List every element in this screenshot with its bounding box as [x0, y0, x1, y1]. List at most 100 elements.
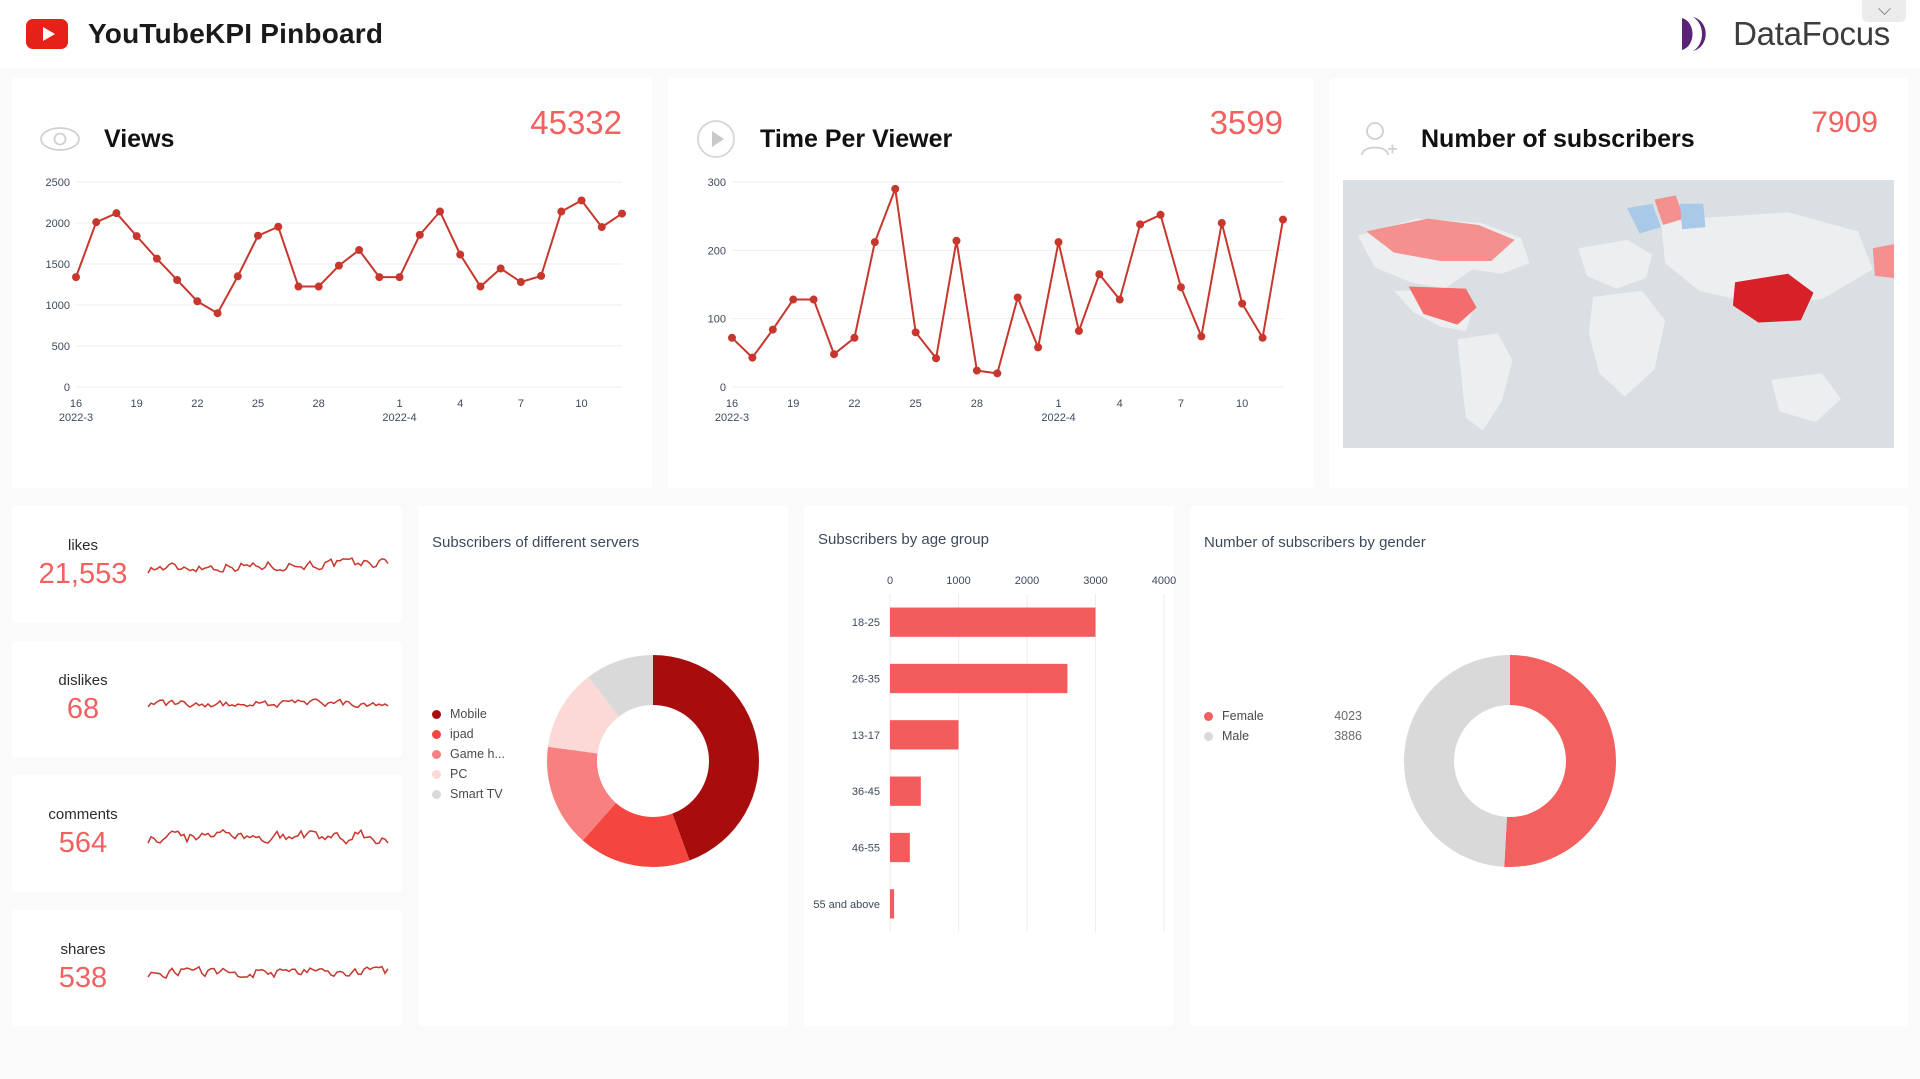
legend-item[interactable]: Male 3886	[1204, 726, 1362, 746]
svg-text:4: 4	[457, 398, 463, 410]
kpi-label-block: dislikes 68	[18, 672, 148, 726]
svg-text:2000: 2000	[1015, 575, 1039, 587]
svg-text:100: 100	[708, 314, 726, 326]
svg-text:22: 22	[848, 398, 860, 410]
kpi-card-likes[interactable]: likes 21,553	[12, 506, 402, 623]
views-value: 45332	[530, 104, 622, 141]
legend-color-swatch	[432, 769, 441, 779]
sparkline-column: likes 21,553 dislikes 68 comments 564 shares 53…	[12, 506, 402, 1026]
svg-text:46-55: 46-55	[852, 843, 880, 855]
world-map[interactable]	[1343, 180, 1894, 448]
legend-label: PC	[450, 767, 468, 781]
svg-text:10: 10	[1236, 398, 1248, 410]
svg-text:2500: 2500	[46, 177, 70, 189]
collapse-header-button[interactable]	[1862, 0, 1906, 22]
kpi-label-block: shares 538	[18, 941, 148, 995]
legend-color-swatch	[432, 709, 441, 719]
time-kpi-header: Time Per Viewer 3599	[668, 78, 1313, 170]
svg-text:13-17: 13-17	[852, 730, 880, 742]
kpi-card-dislikes[interactable]: dislikes 68	[12, 640, 402, 757]
svg-text:16: 16	[726, 398, 738, 410]
sparkline-shares	[147, 965, 389, 979]
svg-text:1: 1	[1055, 398, 1061, 410]
svg-text:7: 7	[518, 398, 524, 410]
svg-text:55 and above: 55 and above	[813, 899, 880, 911]
brand-block: YouTubeKPI Pinboard	[26, 18, 383, 50]
user-add-icon	[1361, 122, 1397, 156]
svg-text:28: 28	[313, 398, 325, 410]
legend-label: Smart TV	[450, 787, 503, 801]
kpi-card-comments[interactable]: comments 564	[12, 775, 402, 892]
legend-label: Male	[1222, 729, 1250, 743]
top-row: Views 45332 0 500 1000 1500 2000 2500 16 2022-3…	[12, 78, 1908, 488]
board-grid: Views 45332 0 500 1000 1500 2000 2500 16 2022-3…	[0, 68, 1920, 1036]
views-kpi-header: Views 45332	[12, 78, 652, 170]
svg-text:0: 0	[720, 382, 726, 394]
svg-text:2022-3: 2022-3	[715, 412, 749, 424]
time-value: 3599	[1209, 104, 1283, 141]
legend-color-swatch	[432, 729, 441, 739]
kpi-value: 21,553	[38, 558, 128, 591]
legend-label: Game h...	[450, 747, 505, 761]
svg-text:1000: 1000	[46, 300, 70, 312]
card-subscribers-by-server[interactable]: Subscribers of different servers Mobile3…	[418, 506, 788, 1026]
svg-text:0: 0	[64, 382, 70, 394]
dashboard-root: YouTubeKPI Pinboard DataFocus Views 4533…	[0, 0, 1920, 1079]
subs-kpi-header: Number of subscribers 7909	[1329, 78, 1908, 170]
card-subscribers-by-gender[interactable]: Number of subscribers by gender Female 40…	[1190, 506, 1908, 1026]
svg-text:36-45: 36-45	[852, 786, 880, 798]
kpi-label: dislikes	[58, 671, 108, 689]
legend-color-swatch	[432, 749, 441, 759]
kpi-value: 68	[66, 692, 100, 725]
subs-title: Number of subscribers	[1421, 124, 1695, 153]
legend-value: 4023	[1334, 709, 1362, 723]
svg-text:4: 4	[1117, 398, 1123, 410]
kpi-label-block: likes 21,553	[18, 537, 148, 591]
app-header: YouTubeKPI Pinboard DataFocus	[0, 0, 1920, 68]
legend-color-swatch	[1204, 711, 1213, 721]
card-time-per-viewer[interactable]: Time Per Viewer 3599 0 100 200 300 16 2022-3 1…	[668, 78, 1313, 488]
svg-text:4000: 4000	[1152, 575, 1176, 587]
subs-value: 7909	[1811, 106, 1878, 139]
kpi-card-shares[interactable]: shares 538	[12, 909, 402, 1026]
views-title: Views	[104, 124, 175, 153]
legend-item[interactable]: Female 4023	[1204, 706, 1362, 726]
svg-text:10: 10	[575, 398, 587, 410]
svg-text:2022-4: 2022-4	[382, 412, 416, 424]
time-chart[interactable]: 0 100 200 300 16 2022-3 19 22 25 28 1 2022-4 4 7 10	[668, 170, 1313, 435]
svg-text:2022-3: 2022-3	[59, 412, 93, 424]
legend-label: Female	[1222, 709, 1264, 723]
views-chart[interactable]: 0 500 1000 1500 2000 2500 16 2022-3 19 22 25 28 1 202…	[12, 170, 652, 435]
card-subscribers-by-age[interactable]: Subscribers by age group 0 1000 2000 3000 40…	[804, 506, 1176, 1026]
kpi-label: shares	[60, 940, 106, 958]
kpi-value: 564	[58, 827, 108, 860]
svg-text:18-25: 18-25	[852, 617, 880, 629]
play-circle-icon	[697, 120, 735, 158]
svg-text:25: 25	[910, 398, 922, 410]
gender-panel-title: Number of subscribers by gender	[1204, 534, 1426, 551]
card-views[interactable]: Views 45332 0 500 1000 1500 2000 2500 16 2022-3…	[12, 78, 652, 488]
legend-label: ipad	[450, 727, 474, 741]
svg-text:200: 200	[708, 245, 726, 257]
svg-text:1500: 1500	[46, 259, 70, 271]
svg-text:1: 1	[396, 398, 402, 410]
datafocus-logo-icon	[1682, 17, 1706, 51]
chevron-down-icon	[1877, 1, 1891, 15]
svg-text:19: 19	[787, 398, 799, 410]
youtube-play-icon	[26, 19, 68, 49]
svg-text:500: 500	[52, 341, 70, 353]
age-panel-title: Subscribers by age group	[818, 531, 989, 548]
card-subscribers-map[interactable]: Number of subscribers 7909	[1329, 78, 1908, 488]
svg-text:7: 7	[1178, 398, 1184, 410]
svg-text:2022-4: 2022-4	[1041, 412, 1075, 424]
legend-label: Mobile	[450, 707, 487, 721]
bottom-row: likes 21,553 dislikes 68 comments 564 shares 53…	[12, 506, 1908, 1026]
svg-text:25: 25	[252, 398, 264, 410]
svg-text:2000: 2000	[46, 218, 70, 230]
sparkline-dislikes	[147, 697, 389, 708]
page-title: YouTubeKPI Pinboard	[88, 18, 384, 49]
svg-text:26-35: 26-35	[852, 674, 880, 686]
eye-icon	[40, 127, 80, 151]
servers-panel-title: Subscribers of different servers	[432, 534, 640, 551]
gender-legend: Female 4023 Male 3886	[1204, 706, 1362, 746]
